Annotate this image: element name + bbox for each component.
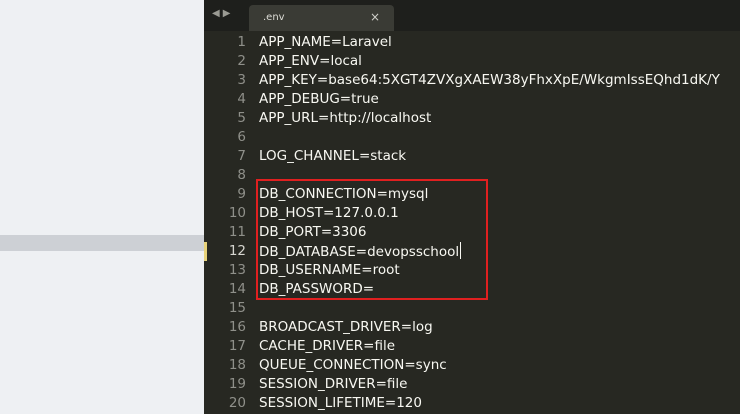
- line-number: 1: [237, 34, 246, 50]
- code-line[interactable]: 4 APP_DEBUG=true: [204, 90, 740, 109]
- code-line[interactable]: 1 APP_NAME=Laravel: [204, 33, 740, 52]
- db-config-highlight: [256, 179, 488, 300]
- line-text: SESSION_LIFETIME=120: [259, 394, 422, 413]
- line-content: BROADCAST_DRIVER=log: [259, 319, 433, 335]
- line-number: 19: [228, 376, 246, 392]
- line-number: 15: [228, 300, 246, 316]
- code-line[interactable]: 17 CACHE_DRIVER=file: [204, 337, 740, 356]
- code-line[interactable]: 7 LOG_CHANNEL=stack: [204, 147, 740, 166]
- line-number: 20: [228, 395, 246, 411]
- code-line[interactable]: 16 BROADCAST_DRIVER=log: [204, 318, 740, 337]
- line-content: SESSION_LIFETIME=120: [259, 395, 422, 411]
- line-text: SESSION_DRIVER=file: [259, 375, 407, 394]
- code-line[interactable]: 2 APP_ENV=local: [204, 52, 740, 71]
- line-number: 18: [228, 357, 246, 373]
- line-text: CACHE_DRIVER=file: [259, 337, 395, 356]
- left-panel-highlight-band: [0, 235, 204, 251]
- code-line[interactable]: 18 QUEUE_CONNECTION=sync: [204, 356, 740, 375]
- line-number: 11: [228, 224, 246, 240]
- line-text: BROADCAST_DRIVER=log: [259, 318, 433, 337]
- line-content: QUEUE_CONNECTION=sync: [259, 357, 447, 373]
- line-number: 5: [237, 110, 246, 126]
- line-number: 14: [228, 281, 246, 297]
- code-line[interactable]: 6: [204, 128, 740, 147]
- line-number: 6: [237, 129, 246, 145]
- line-text: APP_ENV=local: [259, 52, 362, 71]
- line-text: APP_NAME=Laravel: [259, 33, 392, 52]
- close-icon[interactable]: ×: [370, 10, 380, 24]
- line-text: APP_DEBUG=true: [259, 90, 379, 109]
- tab-env[interactable]: .env ×: [249, 5, 394, 31]
- code-line[interactable]: 3 APP_KEY=base64:5XGT4ZVXgXAEW38yFhxXpE/W…: [204, 71, 740, 90]
- line-number: 7: [237, 148, 246, 164]
- line-number: 9: [237, 186, 246, 202]
- line-number: 4: [237, 91, 246, 107]
- tab-label: .env: [263, 12, 285, 23]
- code-line[interactable]: 20 SESSION_LIFETIME=120: [204, 394, 740, 413]
- line-number: 12: [228, 243, 246, 259]
- line-number: 16: [228, 319, 246, 335]
- line-number: 8: [237, 167, 246, 183]
- line-number: 2: [237, 53, 246, 69]
- chevron-left-icon[interactable]: ◀: [212, 8, 220, 20]
- line-content: APP_URL=http://localhost: [259, 110, 432, 126]
- code-line[interactable]: 15: [204, 299, 740, 318]
- chevron-right-icon[interactable]: ▶: [223, 8, 231, 20]
- line-text: LOG_CHANNEL=stack: [259, 147, 406, 166]
- line-number: 10: [228, 205, 246, 221]
- code-editor[interactable]: ◀ ▶ .env × 1 APP_NAME=Laravel 2 APP_ENV=loc…: [204, 0, 740, 414]
- line-text: APP_URL=http://localhost: [259, 109, 431, 128]
- line-content: SESSION_DRIVER=file: [259, 376, 408, 392]
- line-text: QUEUE_CONNECTION=sync: [259, 356, 447, 375]
- line-content: LOG_CHANNEL=stack: [259, 148, 407, 164]
- line-text: APP_KEY=base64:5XGT4ZVXgXAEW38yFhxXpE/Wk…: [259, 71, 720, 90]
- line-content: APP_DEBUG=true: [259, 91, 379, 107]
- line-number: 13: [228, 262, 246, 278]
- tab-nav: ◀ ▶: [212, 8, 230, 20]
- line-content: APP_ENV=local: [259, 53, 362, 69]
- left-panel: [0, 0, 204, 414]
- line-number: 17: [228, 338, 246, 354]
- code-line[interactable]: 5 APP_URL=http://localhost: [204, 109, 740, 128]
- line-content: APP_KEY=base64:5XGT4ZVXgXAEW38yFhxXpE/Wk…: [259, 72, 720, 88]
- tab-bar: ◀ ▶ .env ×: [204, 0, 740, 31]
- line-number: 3: [237, 72, 246, 88]
- line-content: APP_NAME=Laravel: [259, 34, 392, 50]
- line-content: CACHE_DRIVER=file: [259, 338, 396, 354]
- code-line[interactable]: 19 SESSION_DRIVER=file: [204, 375, 740, 394]
